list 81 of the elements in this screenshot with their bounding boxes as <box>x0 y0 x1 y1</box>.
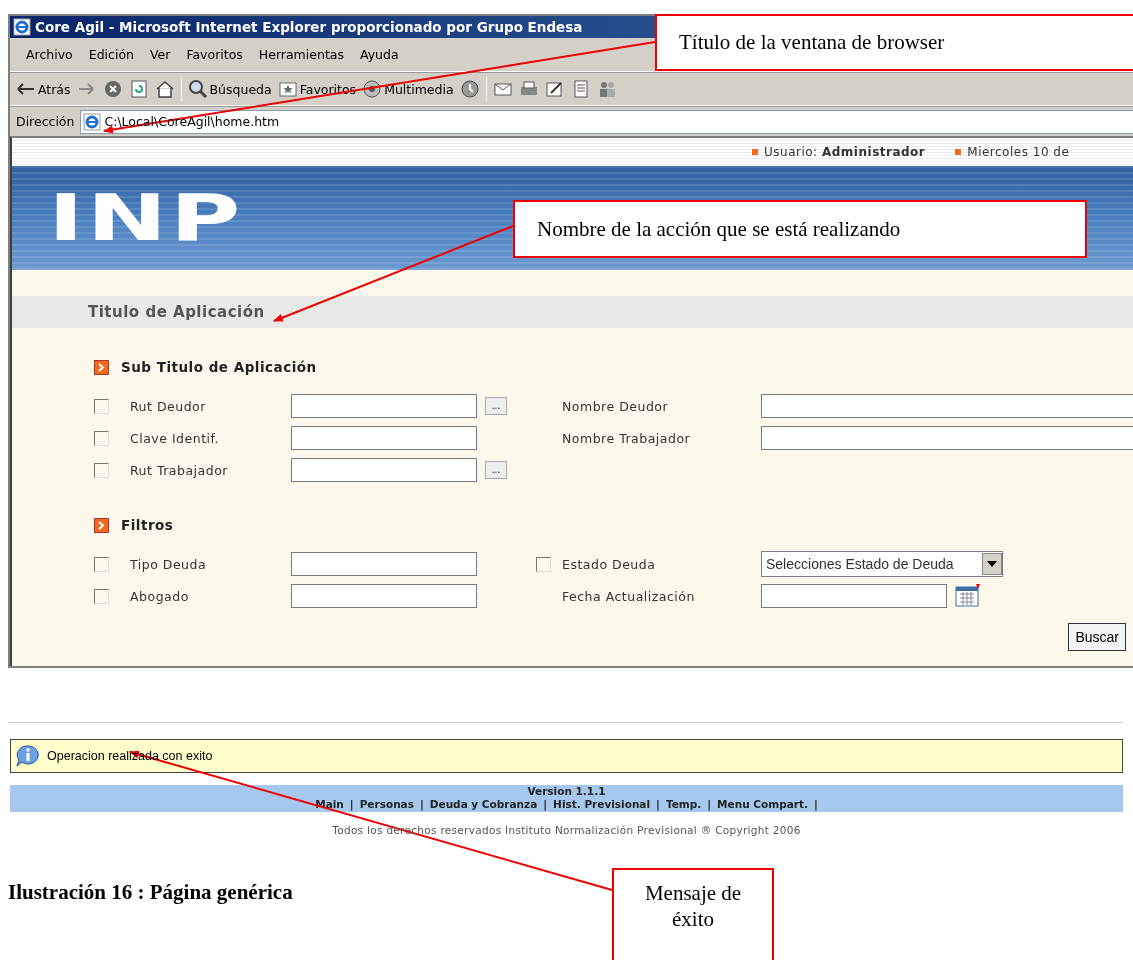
menu-item[interactable]: Ver <box>141 47 179 62</box>
footer-link[interactable]: Hist. Previsional <box>553 798 651 811</box>
field-label: Nombre Trabajador <box>562 430 692 446</box>
state-dropdown[interactable]: Selecciones Estado de Deuda <box>761 551 1003 577</box>
star-folder-icon <box>277 79 298 99</box>
section-title: Sub Titulo de Aplicación <box>121 359 317 375</box>
figure-caption: Ilustración 16 : Página genérica <box>8 880 293 905</box>
checkbox[interactable] <box>94 462 109 478</box>
stop-icon[interactable] <box>102 79 123 99</box>
separator: | <box>813 798 818 811</box>
version-text: Version 1.1.1 <box>527 785 606 798</box>
search-button[interactable]: Buscar <box>1068 623 1126 651</box>
footer-link[interactable]: Deuda y Cobranza <box>429 798 538 811</box>
home-icon[interactable] <box>154 79 175 99</box>
user-info: Usuario: Administrador <box>764 145 926 159</box>
logo: INP <box>48 181 244 255</box>
media-icon <box>362 79 383 99</box>
menu-item[interactable]: Herramientas <box>250 47 352 62</box>
menu-item[interactable]: Edición <box>80 47 142 62</box>
browser-icon <box>13 18 31 36</box>
menu-item[interactable]: Favoritos <box>178 47 251 62</box>
page-icon <box>83 112 102 131</box>
field-label: Clave Identif. <box>130 430 220 446</box>
text-field[interactable] <box>291 458 477 482</box>
section-title: Filtros <box>121 517 174 533</box>
callout-box: Nombre de la acción que se está realizando <box>513 200 1087 258</box>
menu-item[interactable]: Ayuda <box>351 47 407 62</box>
field-label: Abogado <box>130 588 190 604</box>
field-label: Estado Deuda <box>562 556 657 572</box>
dropdown-arrow-icon <box>987 561 997 567</box>
text-field[interactable] <box>291 552 477 576</box>
separator: | <box>656 798 660 811</box>
checkbox[interactable] <box>536 556 551 572</box>
footer-link[interactable]: Menu Compart. <box>717 798 808 811</box>
bullet-icon <box>955 149 962 155</box>
footer-link[interactable]: Main <box>315 798 344 811</box>
search-button[interactable]: Búsqueda <box>187 79 272 99</box>
field-label: Rut Trabajador <box>130 462 229 478</box>
checkbox[interactable] <box>94 588 109 604</box>
field-label: Nombre Deudor <box>562 398 670 414</box>
lookup-button[interactable]: ... <box>485 397 507 415</box>
media-button[interactable]: Multimedia <box>362 79 454 99</box>
separator: | <box>707 798 712 811</box>
field-label: Tipo Deuda <box>130 556 208 572</box>
date-text: Miercoles 10 de <box>967 145 1070 159</box>
back-button[interactable]: Atrás <box>16 79 71 99</box>
text-field[interactable] <box>761 426 1133 450</box>
refresh-icon[interactable] <box>128 79 149 99</box>
field-label: Rut Deudor <box>130 398 207 414</box>
toolbar-label: Multimedia <box>384 81 454 97</box>
field-label: Fecha Actualización <box>562 588 696 604</box>
menu-item[interactable]: Archivo <box>18 47 81 62</box>
window-title: Core Agil - Microsoft Internet Explorer proporcionado por Grupo Endesa <box>35 19 583 35</box>
text-field[interactable] <box>761 394 1133 418</box>
footer-link[interactable]: Personas <box>359 798 414 811</box>
calendar-icon[interactable] <box>955 584 981 608</box>
text-field[interactable] <box>291 584 477 608</box>
lookup-button[interactable]: ... <box>485 461 507 479</box>
separator: | <box>419 798 424 811</box>
date-field[interactable] <box>761 584 947 608</box>
toolbar-label: Atrás <box>38 81 71 97</box>
info-icon <box>15 744 41 768</box>
checkbox[interactable] <box>94 398 109 414</box>
separator: | <box>349 798 354 811</box>
text-field[interactable] <box>291 394 477 418</box>
text-field[interactable] <box>291 426 477 450</box>
toolbar-label: Favoritos <box>299 81 357 97</box>
footer-link[interactable]: Temp. <box>665 798 702 811</box>
checkbox[interactable] <box>94 556 109 572</box>
app-title: Titulo de Aplicación <box>12 296 1133 328</box>
edit-icon[interactable] <box>544 79 565 99</box>
favorites-button[interactable]: Favoritos <box>277 79 357 99</box>
history-icon[interactable] <box>459 79 480 99</box>
toolbar-label: Búsqueda <box>209 81 272 97</box>
separator: | <box>543 798 548 811</box>
bullet-icon <box>752 149 758 155</box>
checkbox[interactable] <box>94 430 109 446</box>
search-icon <box>187 79 208 99</box>
address-label: Dirección <box>16 114 75 129</box>
callout-box: Título de la ventana de browser <box>655 14 1133 71</box>
callout-box: Mensaje de éxito <box>612 868 774 960</box>
